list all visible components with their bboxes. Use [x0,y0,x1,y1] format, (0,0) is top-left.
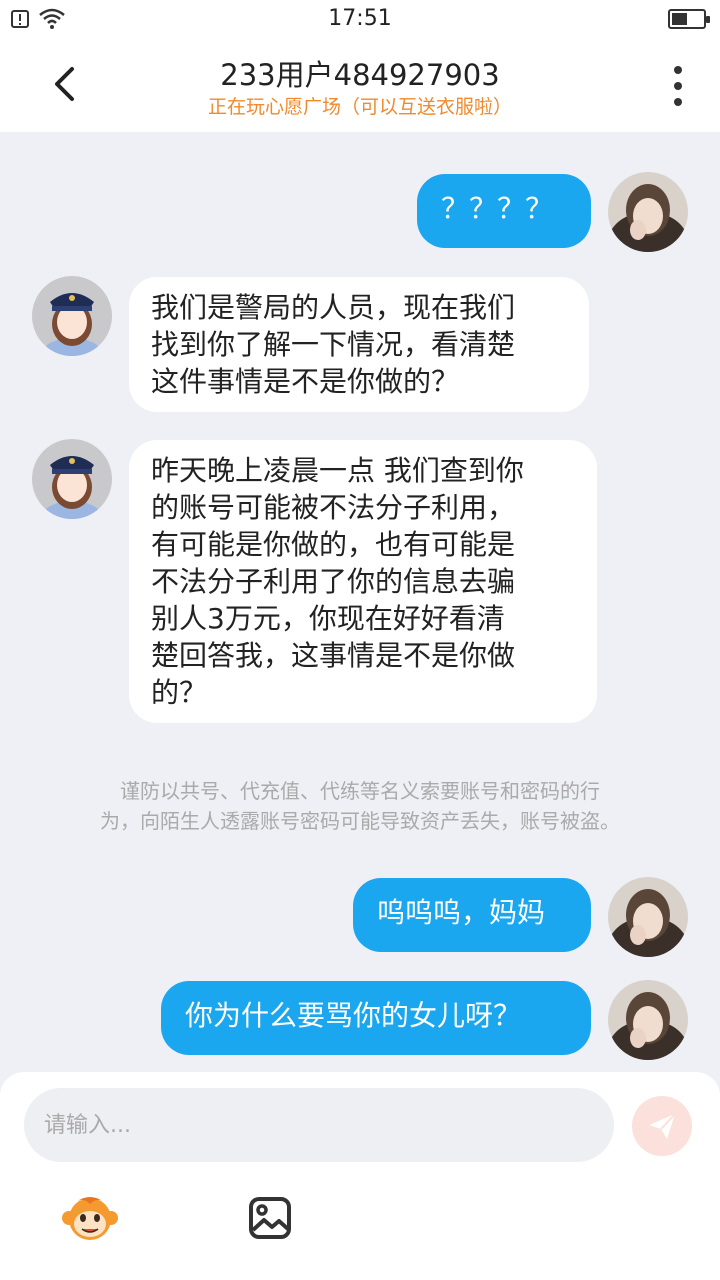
status-time: 17:51 [328,6,392,31]
monkey-emoji-icon [62,1197,118,1240]
send-button[interactable] [632,1096,692,1156]
image-button[interactable] [240,1188,300,1248]
police-avatar[interactable] [32,276,112,356]
emoji-button[interactable] [60,1188,120,1248]
chat-title: 233用户484927903 [220,58,500,92]
chat-area[interactable]: ？？？？ 我们是警局的人员，现在我们 找到你了解一下情况，看清楚 这件事情是不是… [0,132,720,1072]
message-bubble-sent[interactable]: 呜呜呜，妈妈 [353,878,591,952]
message-input[interactable] [24,1088,614,1162]
message-bubble-sent[interactable]: 你为什么要骂你的女儿呀？ [161,981,591,1055]
input-bar [0,1072,720,1280]
status-bar: 17:51 [0,0,720,40]
send-icon [649,1113,676,1139]
user-avatar-image [608,980,688,1060]
security-notice: 谨防以共号、代充值、代练等名义索要账号和密码的行 为，向陌生人透露账号密码可能导… [100,779,620,833]
police-avatar-image [32,439,112,519]
message-bubble-received[interactable]: 昨天晚上凌晨一点 我们查到你 的账号可能被不法分子利用， 有可能是你做的，也有可… [129,440,597,723]
more-button[interactable] [666,66,690,106]
chat-subtitle: 正在玩心愿广场（可以互送衣服啦） [207,96,512,118]
battery-icon [668,9,710,29]
user-avatar-image [608,172,688,252]
police-avatar[interactable] [32,439,112,519]
more-vertical-icon [674,66,682,74]
police-avatar-image [32,276,112,356]
message-bubble-sent[interactable]: ？？？？ [417,174,591,248]
image-icon [249,1197,291,1239]
user-avatar[interactable] [608,172,688,252]
user-avatar-image [608,877,688,957]
message-bubble-received[interactable]: 我们是警局的人员，现在我们 找到你了解一下情况，看清楚 这件事情是不是你做的？ [129,277,589,412]
user-avatar[interactable] [608,877,688,957]
chat-header: 233用户484927903 正在玩心愿广场（可以互送衣服啦） [0,40,720,132]
user-avatar[interactable] [608,980,688,1060]
